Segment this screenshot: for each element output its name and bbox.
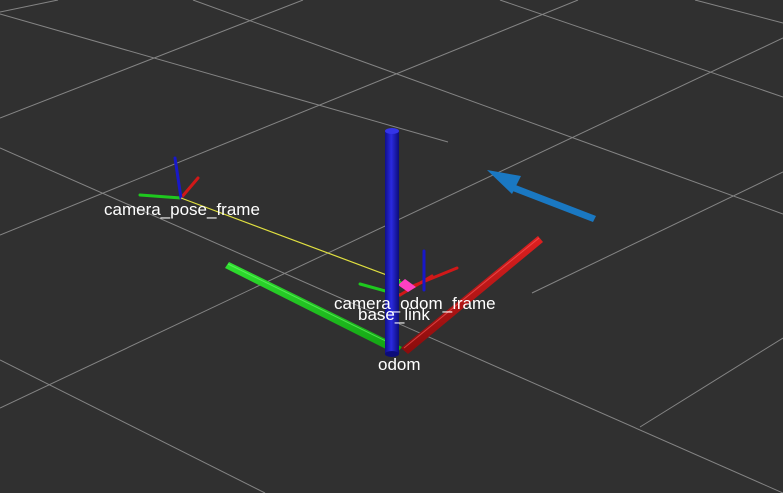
3d-render-viewport[interactable]: camera_pose_frame camera_odom_frame base… [0,0,783,493]
frame-label-odom: odom [378,355,421,374]
frame-label-camera-pose-frame: camera_pose_frame [104,200,260,219]
frame-label-base-link: base_link [358,305,430,324]
scene-canvas[interactable]: camera_pose_frame camera_odom_frame base… [0,0,783,493]
